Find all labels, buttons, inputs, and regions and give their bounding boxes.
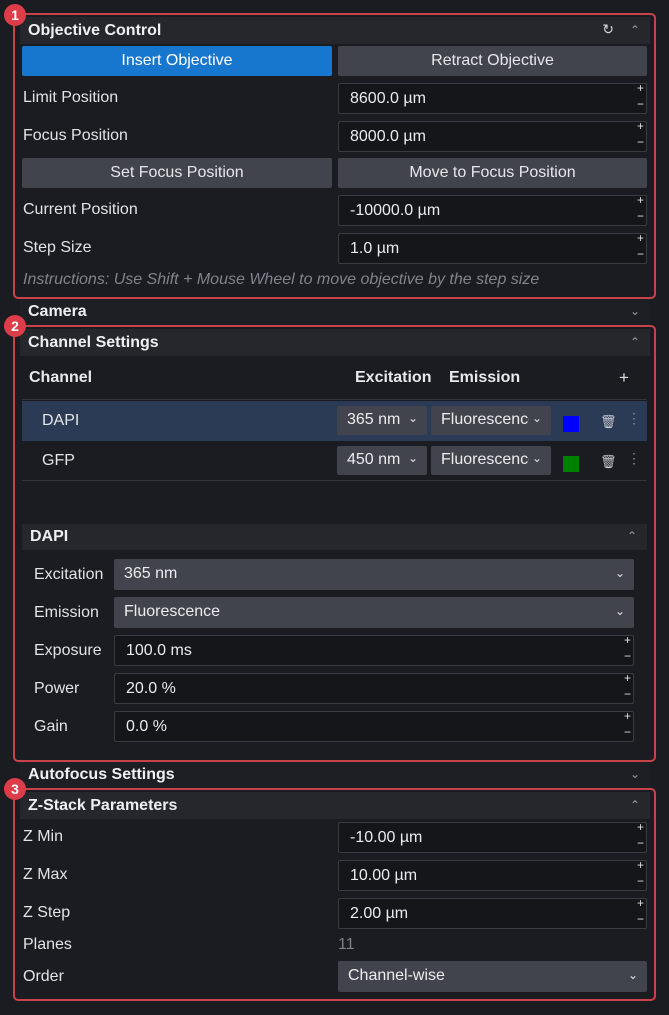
chevron-down-icon[interactable]: ⌄ bbox=[630, 304, 640, 318]
camera-header[interactable]: Camera ⌄ bbox=[20, 299, 650, 325]
annotation-box-2 bbox=[13, 325, 656, 762]
annotation-box-3 bbox=[13, 788, 656, 1001]
autofocus-settings-header[interactable]: Autofocus Settings ⌄ bbox=[20, 762, 650, 788]
section-title: Autofocus Settings bbox=[28, 766, 175, 783]
annotation-badge-1: 1 bbox=[4, 4, 26, 26]
chevron-down-icon[interactable]: ⌄ bbox=[630, 767, 640, 781]
annotation-box-1 bbox=[13, 13, 656, 299]
annotation-badge-3: 3 bbox=[4, 778, 26, 800]
annotation-badge-2: 2 bbox=[4, 315, 26, 337]
section-title: Camera bbox=[28, 303, 87, 320]
